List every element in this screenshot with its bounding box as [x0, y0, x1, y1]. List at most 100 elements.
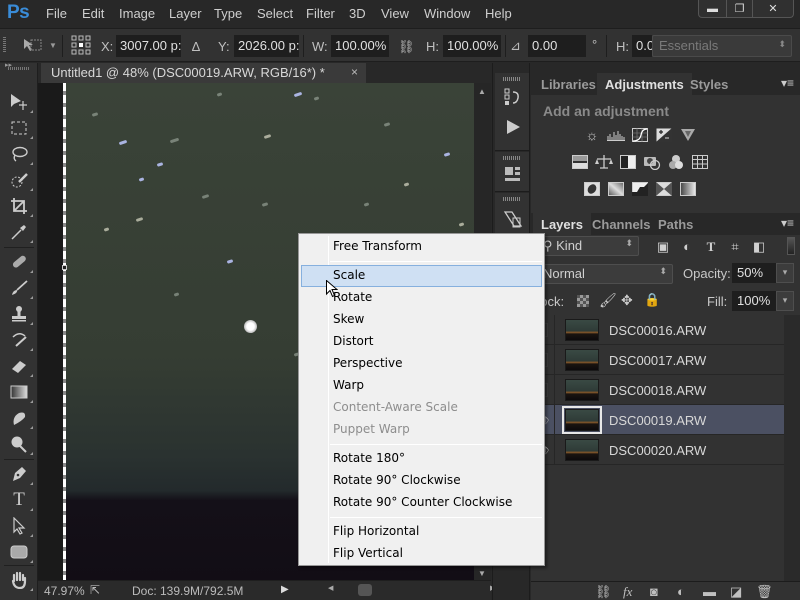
menu-3d[interactable]: 3D	[349, 6, 366, 21]
add-mask-icon[interactable]: ◙	[650, 584, 658, 599]
menu-view[interactable]: View	[381, 6, 409, 21]
layer-name[interactable]: DSC00017.ARW	[609, 353, 706, 368]
menu-image[interactable]: Image	[119, 6, 155, 21]
menu-filter[interactable]: Filter	[306, 6, 335, 21]
tab-libraries[interactable]: Libraries	[533, 73, 604, 95]
hand-tool[interactable]	[8, 569, 33, 591]
threshold-icon[interactable]	[631, 181, 649, 197]
menu-help[interactable]: Help	[485, 6, 512, 21]
fill-input[interactable]: 100%	[732, 291, 776, 311]
status-menu-arrow-icon[interactable]: ▶	[281, 584, 289, 595]
menu-select[interactable]: Select	[257, 6, 293, 21]
new-group-folder-icon[interactable]: ▬	[703, 584, 716, 599]
filter-pixel-icon[interactable]: ▣	[655, 239, 671, 255]
path-selection-tool[interactable]	[8, 515, 33, 537]
link-layers-icon[interactable]: ⛓	[595, 584, 612, 600]
width-input[interactable]: 100.00%	[331, 35, 389, 57]
selective-color-icon[interactable]	[655, 181, 673, 197]
dock-grip[interactable]	[503, 156, 521, 160]
dodge-tool[interactable]	[8, 433, 33, 455]
delta-icon[interactable]: ∆	[192, 39, 200, 54]
photo-filter-icon[interactable]	[643, 154, 661, 170]
layer-thumbnail[interactable]	[565, 379, 599, 401]
scroll-up-icon[interactable]: ▲	[478, 87, 486, 96]
layer-thumbnail[interactable]	[565, 319, 599, 341]
color-lookup-icon[interactable]	[691, 154, 709, 170]
lock-position-move-icon[interactable]: ✥	[621, 292, 633, 309]
lock-pixels-brush-icon[interactable]: 🖌	[599, 292, 617, 309]
menu-item-flip-horizontal[interactable]: Flip Horizontal	[301, 521, 542, 543]
gradient-map-icon[interactable]	[679, 181, 697, 197]
menu-window[interactable]: Window	[424, 6, 470, 21]
color-balance-icon[interactable]	[595, 154, 613, 170]
tab-layers[interactable]: Layers	[533, 213, 591, 235]
channel-mixer-icon[interactable]	[667, 154, 685, 170]
close-document-icon[interactable]: ×	[351, 65, 358, 79]
horizontal-scrollbar[interactable]: ◀ ▶	[328, 583, 495, 597]
close-button[interactable]: ✕	[753, 0, 793, 17]
tab-adjustments[interactable]: Adjustments	[597, 73, 692, 95]
options-grip[interactable]	[3, 37, 6, 53]
transform-handle[interactable]	[62, 265, 67, 270]
filter-type-icon[interactable]: T	[703, 239, 719, 255]
levels-icon[interactable]	[607, 127, 625, 143]
layer-name[interactable]: DSC00018.ARW	[609, 383, 706, 398]
opacity-dropdown[interactable]: ▾	[776, 263, 794, 283]
layer-row[interactable]: DSC00018.ARW	[531, 375, 784, 405]
h-skew-input[interactable]: 0.0	[632, 35, 652, 57]
lasso-tool[interactable]	[8, 143, 33, 165]
transform-bounding-edge[interactable]	[63, 83, 66, 580]
brightness-contrast-icon[interactable]: ☼	[583, 127, 601, 143]
hue-saturation-icon[interactable]	[571, 154, 589, 170]
pen-tool[interactable]	[8, 463, 33, 485]
tool-preset-picker[interactable]	[22, 37, 44, 53]
move-tool[interactable]	[8, 91, 33, 113]
curves-icon[interactable]	[631, 127, 649, 143]
y-position-input[interactable]: 2026.00 p:	[234, 35, 299, 57]
layer-name[interactable]: DSC00020.ARW	[609, 443, 706, 458]
rotation-input[interactable]: 0.00	[528, 35, 586, 57]
layer-row[interactable]: DSC00016.ARW	[531, 315, 784, 345]
restore-button[interactable]: ❐	[727, 0, 753, 17]
layer-row[interactable]: DSC00017.ARW	[531, 345, 784, 375]
reference-point-icon[interactable]	[71, 35, 91, 55]
scroll-thumb[interactable]	[358, 584, 372, 596]
invert-icon[interactable]	[583, 181, 601, 197]
chevron-down-icon[interactable]: ▼	[49, 41, 57, 50]
eyedropper-tool[interactable]	[8, 221, 33, 243]
menu-item-skew[interactable]: Skew	[301, 309, 542, 331]
scroll-left-icon[interactable]: ◀	[328, 584, 333, 592]
blur-tool[interactable]	[8, 407, 33, 429]
filter-adjustment-icon[interactable]: ◐	[679, 239, 695, 254]
tab-paths[interactable]: Paths	[650, 213, 701, 235]
black-white-icon[interactable]	[619, 154, 637, 170]
layer-name[interactable]: DSC00019.ARW	[609, 413, 706, 428]
type-tool[interactable]: T	[8, 489, 33, 511]
lock-all-icon[interactable]: 🔒	[644, 292, 660, 308]
crop-tool[interactable]	[8, 195, 33, 217]
menu-item-rotate-90-ccw[interactable]: Rotate 90° Counter Clockwise	[301, 492, 542, 514]
properties-icon[interactable]	[503, 164, 523, 184]
panel-menu-icon[interactable]: ▾≡	[781, 76, 794, 90]
link-icon[interactable]: ⛓	[398, 39, 415, 55]
panel-menu-icon[interactable]: ▾≡	[781, 216, 794, 230]
menu-item-free-transform[interactable]: Free Transform	[301, 236, 542, 258]
menu-item-rotate-180[interactable]: Rotate 180°	[301, 448, 542, 470]
history-icon[interactable]	[503, 87, 523, 107]
exposure-icon[interactable]	[655, 127, 673, 143]
blend-mode-select[interactable]: Normal ⬍	[537, 264, 673, 284]
filter-smart-object-icon[interactable]: ◧	[751, 239, 767, 255]
dock-grip[interactable]	[503, 197, 521, 201]
marquee-tool[interactable]	[8, 117, 33, 139]
layer-filter-select[interactable]: ⚲ Kind ⬍	[537, 236, 639, 256]
menu-item-distort[interactable]: Distort	[301, 331, 542, 353]
menu-layer[interactable]: Layer	[169, 6, 202, 21]
menu-item-flip-vertical[interactable]: Flip Vertical	[301, 543, 542, 565]
lock-transparent-icon[interactable]	[577, 295, 589, 307]
height-input[interactable]: 100.00%	[443, 35, 501, 57]
menu-item-rotate-90-cw[interactable]: Rotate 90° Clockwise	[301, 470, 542, 492]
vibrance-icon[interactable]	[679, 127, 697, 143]
x-position-input[interactable]: 3007.00 p:	[116, 35, 181, 57]
filter-shape-icon[interactable]: ⌗	[727, 239, 743, 255]
layer-thumbnail[interactable]	[562, 406, 602, 434]
